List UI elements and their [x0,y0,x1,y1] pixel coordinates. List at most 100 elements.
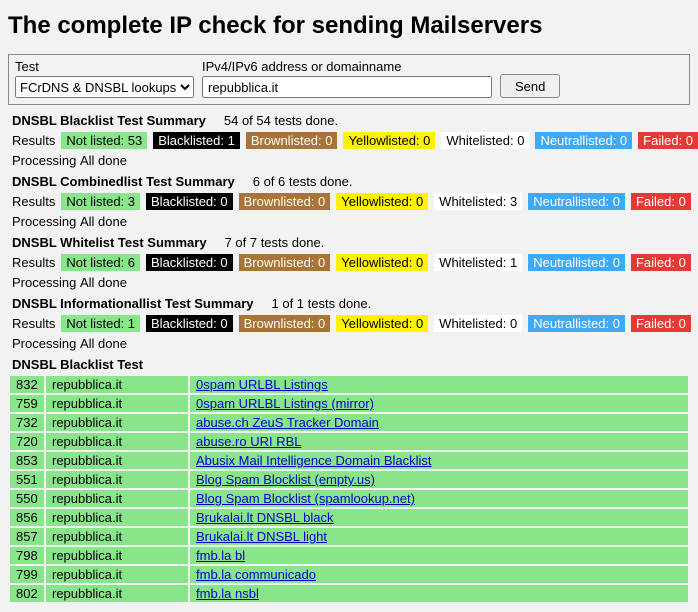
row-name: 0spam URLBL Listings [190,376,688,393]
row-name: fmb.la communicado [190,566,688,583]
table-row: 856repubblica.itBrukalai.lt DNSBL black [10,509,688,526]
row-link[interactable]: fmb.la communicado [196,567,316,582]
test-select[interactable]: FCrDNS & DNSBL lookups [15,76,194,98]
summary-status: 7 of 7 tests done. [225,235,325,250]
badge-yellowlisted: Yellowlisted: 0 [336,193,428,210]
processing-value: All done [80,214,127,229]
address-input[interactable] [202,76,492,98]
badge-failed: Failed: 0 [631,315,691,332]
badge-neutrallisted: Neutrallisted: 0 [535,132,632,149]
summary-title: DNSBL Whitelist Test Summary [12,235,207,250]
badge-whitelisted: Whitelisted: 1 [434,254,522,271]
row-host: repubblica.it [46,566,188,583]
results-label: Results [12,316,55,331]
summary-status: 54 of 54 tests done. [224,113,338,128]
lookup-form: Test FCrDNS & DNSBL lookups IPv4/IPv6 ad… [8,54,690,105]
badge-blacklisted: Blacklisted: 0 [146,254,233,271]
summary-status: 6 of 6 tests done. [253,174,353,189]
row-link[interactable]: Brukalai.lt DNSBL black [196,510,334,525]
row-link[interactable]: Abusix Mail Intelligence Domain Blacklis… [196,453,432,468]
row-link[interactable]: Brukalai.lt DNSBL light [196,529,327,544]
detail-title: DNSBL Blacklist Test [8,353,690,374]
results-label: Results [12,194,55,209]
badge-yellowlisted: Yellowlisted: 0 [343,132,435,149]
row-link[interactable]: Blog Spam Blocklist (empty.us) [196,472,375,487]
badge-brownlisted: Brownlisted: 0 [239,315,331,332]
processing-label: Processing [12,336,74,351]
detail-table: 832repubblica.it0spam URLBL Listings759r… [8,374,690,604]
row-id: 802 [10,585,44,602]
summary-title: DNSBL Combinedlist Test Summary [12,174,235,189]
row-link[interactable]: 0spam URLBL Listings (mirror) [196,396,374,411]
summary-block: DNSBL Blacklist Test Summary 54 of 54 tes… [8,111,690,170]
row-id: 857 [10,528,44,545]
row-link[interactable]: abuse.ch ZeuS Tracker Domain [196,415,379,430]
send-button[interactable]: Send [500,74,560,98]
badge-neutrallisted: Neutrallisted: 0 [528,315,625,332]
row-name: Brukalai.lt DNSBL light [190,528,688,545]
table-row: 550repubblica.it Blog Spam Blocklist (spa… [10,490,688,507]
row-host: repubblica.it [46,414,188,431]
table-row: 853repubblica.itAbusix Mail Intelligence… [10,452,688,469]
row-host: repubblica.it [46,585,188,602]
row-id: 551 [10,471,44,488]
badge-failed: Failed: 0 [631,193,691,210]
row-name: Abusix Mail Intelligence Domain Blacklis… [190,452,688,469]
badge-notlisted: Not listed: 1 [61,315,140,332]
results-label: Results [12,133,55,148]
processing-value: All done [80,153,127,168]
row-link[interactable]: abuse.ro URI RBL [196,434,302,449]
row-link[interactable]: fmb.la bl [196,548,245,563]
badge-brownlisted: Brownlisted: 0 [246,132,338,149]
row-name: Blog Spam Blocklist (spamlookup.net) [190,490,688,507]
row-id: 550 [10,490,44,507]
test-label: Test [15,59,194,74]
table-row: 759repubblica.it0spam URLBL Listings (mi… [10,395,688,412]
summary-title: DNSBL Informationallist Test Summary [12,296,254,311]
badge-blacklisted: Blacklisted: 0 [146,315,233,332]
processing-value: All done [80,275,127,290]
row-host: repubblica.it [46,452,188,469]
processing-label: Processing [12,214,74,229]
row-host: repubblica.it [46,471,188,488]
badge-brownlisted: Brownlisted: 0 [239,193,331,210]
badge-notlisted: Not listed: 53 [61,132,147,149]
badge-yellowlisted: Yellowlisted: 0 [336,254,428,271]
summary-block: DNSBL Combinedlist Test Summary 6 of 6 te… [8,172,690,231]
results-label: Results [12,255,55,270]
table-row: 802repubblica.it fmb.la nsbl [10,585,688,602]
badge-yellowlisted: Yellowlisted: 0 [336,315,428,332]
row-name: fmb.la bl [190,547,688,564]
row-link[interactable]: Blog Spam Blocklist (spamlookup.net) [196,491,415,506]
table-row: 799repubblica.it fmb.la communicado [10,566,688,583]
table-row: 832repubblica.it0spam URLBL Listings [10,376,688,393]
row-host: repubblica.it [46,547,188,564]
badge-notlisted: Not listed: 3 [61,193,140,210]
row-host: repubblica.it [46,490,188,507]
row-name: 0spam URLBL Listings (mirror) [190,395,688,412]
page-title: The complete IP check for sending Mailse… [8,12,690,40]
badge-whitelisted: Whitelisted: 0 [434,315,522,332]
row-id: 799 [10,566,44,583]
table-row: 732repubblica.it abuse.ch ZeuS Tracker Do… [10,414,688,431]
row-link[interactable]: 0spam URLBL Listings [196,377,328,392]
badge-failed: Failed: 0 [631,254,691,271]
row-id: 832 [10,376,44,393]
table-row: 857repubblica.itBrukalai.lt DNSBL light [10,528,688,545]
summary-title: DNSBL Blacklist Test Summary [12,113,206,128]
badge-brownlisted: Brownlisted: 0 [239,254,331,271]
badge-neutrallisted: Neutrallisted: 0 [528,254,625,271]
row-name: abuse.ch ZeuS Tracker Domain [190,414,688,431]
processing-label: Processing [12,275,74,290]
badge-neutrallisted: Neutrallisted: 0 [528,193,625,210]
row-host: repubblica.it [46,433,188,450]
row-name: Blog Spam Blocklist (empty.us) [190,471,688,488]
table-row: 551repubblica.it Blog Spam Blocklist (emp… [10,471,688,488]
summary-status: 1 of 1 tests done. [272,296,372,311]
address-label: IPv4/IPv6 address or domainname [202,59,492,74]
summary-block: DNSBL Whitelist Test Summary 7 of 7 tests… [8,233,690,292]
row-id: 720 [10,433,44,450]
row-id: 732 [10,414,44,431]
row-link[interactable]: fmb.la nsbl [196,586,259,601]
row-name: abuse.ro URI RBL [190,433,688,450]
